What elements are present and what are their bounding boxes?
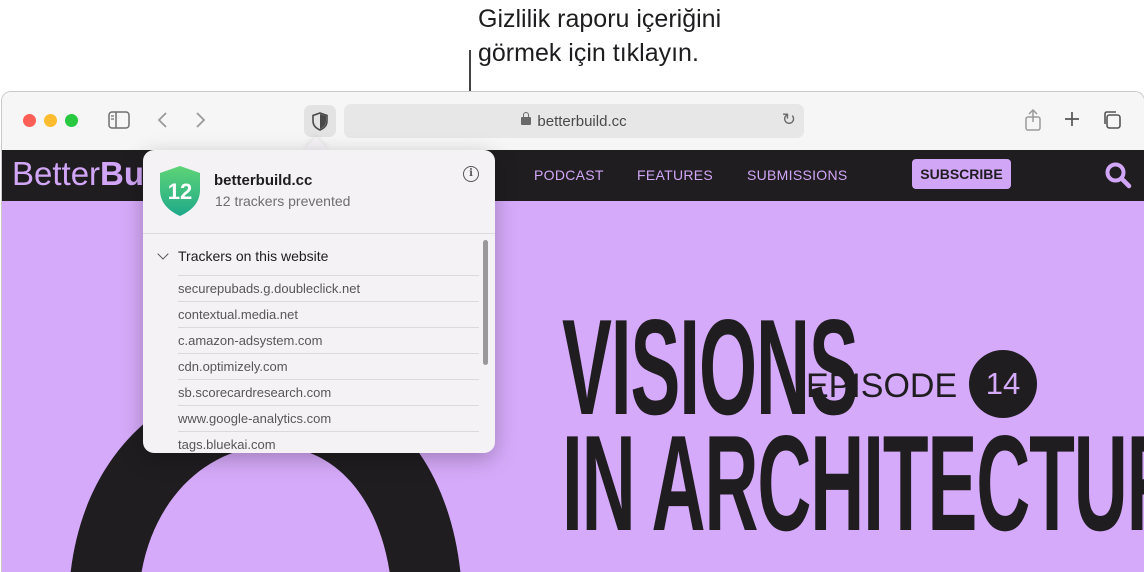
callout-line-2: görmek için tıklayın. bbox=[478, 39, 699, 67]
privacy-shield-icon bbox=[312, 112, 328, 131]
new-tab-icon[interactable] bbox=[1063, 110, 1081, 132]
list-item: www.google-analytics.com bbox=[178, 405, 479, 431]
privacy-report-button[interactable] bbox=[304, 105, 336, 137]
list-item: contextual.media.net bbox=[178, 301, 479, 327]
reload-icon[interactable]: ↻ bbox=[782, 110, 796, 130]
toolbar: betterbuild.cc ↻ bbox=[2, 92, 1144, 151]
nav-podcast[interactable]: PODCAST bbox=[534, 167, 604, 183]
list-item: tags.bluekai.com bbox=[178, 431, 479, 453]
callout-text: Gizlilik raporu içeriğini görmek için tı… bbox=[478, 2, 878, 70]
site-logo[interactable]: BetterBu bbox=[12, 155, 144, 193]
info-icon[interactable]: i bbox=[463, 166, 479, 182]
chevron-down-icon bbox=[157, 248, 169, 260]
nav-submissions[interactable]: SUBMISSIONS bbox=[747, 167, 848, 183]
report-subtitle: 12 trackers prevented bbox=[215, 193, 351, 209]
episode-label: EPISODE bbox=[806, 367, 958, 405]
callout-line-1: Gizlilik raporu içeriğini bbox=[478, 5, 722, 33]
scrollbar[interactable] bbox=[483, 240, 488, 365]
search-icon[interactable] bbox=[1104, 161, 1132, 194]
sidebar-icon[interactable] bbox=[108, 111, 130, 133]
close-window-button[interactable] bbox=[23, 114, 36, 127]
tab-overview-icon[interactable] bbox=[1102, 110, 1122, 134]
report-domain: betterbuild.cc bbox=[214, 172, 313, 189]
hero-title-line-2: IN ARCHITECTURE bbox=[562, 407, 1144, 559]
share-icon[interactable] bbox=[1024, 108, 1042, 135]
tracker-list: securepubads.g.doubleclick.net contextua… bbox=[178, 275, 479, 453]
subscribe-button[interactable]: SUBSCRIBE bbox=[912, 159, 1011, 189]
forward-icon[interactable] bbox=[195, 111, 207, 133]
privacy-report-popover: 12 betterbuild.cc 12 trackers prevented … bbox=[143, 150, 495, 453]
divider bbox=[143, 233, 495, 234]
url-text: betterbuild.cc bbox=[537, 113, 627, 130]
back-icon[interactable] bbox=[156, 111, 168, 133]
address-bar[interactable]: betterbuild.cc ↻ bbox=[344, 104, 804, 138]
tracker-count-badge: 12 bbox=[160, 166, 200, 216]
zoom-window-button[interactable] bbox=[65, 114, 78, 127]
minimize-window-button[interactable] bbox=[44, 114, 57, 127]
lock-icon bbox=[521, 112, 532, 125]
list-item: c.amazon-adsystem.com bbox=[178, 327, 479, 353]
list-item: cdn.optimizely.com bbox=[178, 353, 479, 379]
list-item: securepubads.g.doubleclick.net bbox=[178, 275, 479, 301]
trackers-section-toggle[interactable]: Trackers on this website bbox=[157, 248, 328, 264]
svg-text:12: 12 bbox=[168, 179, 192, 204]
nav-features[interactable]: FEATURES bbox=[637, 167, 713, 183]
list-item: sb.scorecardresearch.com bbox=[178, 379, 479, 405]
episode-number-badge: 14 bbox=[969, 350, 1037, 418]
